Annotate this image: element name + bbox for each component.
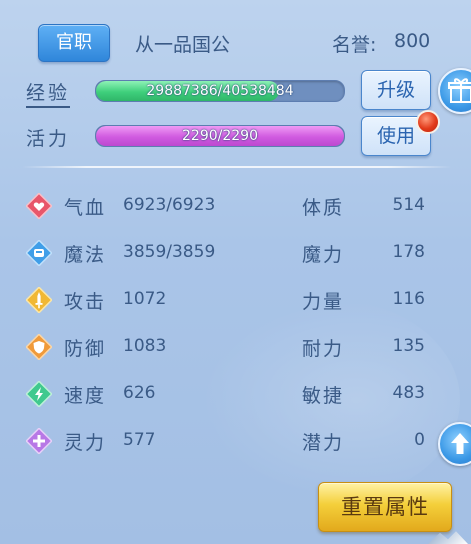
stat-value: 626 bbox=[123, 383, 156, 403]
stat-value: 3859/3859 bbox=[123, 242, 216, 262]
attribute-name: 力量 bbox=[302, 291, 345, 313]
vitality-text: 2290/2290 bbox=[182, 128, 258, 144]
official-title-button[interactable]: 官职 bbox=[38, 24, 110, 62]
fame-value: 800 bbox=[394, 30, 431, 52]
stat-row-speed: 速度 626 敏捷 483 bbox=[0, 378, 471, 410]
vitality-bar: 2290/2290 bbox=[95, 125, 345, 147]
stat-value: 1072 bbox=[123, 289, 167, 309]
experience-text: 29887386/40538484 bbox=[146, 83, 294, 99]
vitality-label: 活力 bbox=[26, 128, 71, 150]
reset-attributes-button[interactable]: 重置属性 bbox=[318, 482, 452, 532]
gift-icon bbox=[448, 78, 471, 103]
character-attribute-panel: 官职 从一品国公 名誉: 800 经验 29887386/40538484 升级… bbox=[0, 0, 471, 544]
attribute-value: 116 bbox=[392, 289, 425, 309]
stat-name: 魔法 bbox=[64, 244, 107, 266]
lightning-icon bbox=[26, 381, 52, 407]
experience-bar: 29887386/40538484 bbox=[95, 80, 345, 102]
stat-name: 速度 bbox=[64, 385, 107, 407]
stat-row-spirit: 灵力 577 潜力 0 bbox=[0, 425, 471, 457]
gift-button[interactable] bbox=[438, 68, 471, 114]
attribute-name: 敏捷 bbox=[302, 385, 345, 407]
sword-icon bbox=[26, 287, 52, 313]
shield-icon bbox=[26, 334, 52, 360]
heart-icon bbox=[26, 193, 52, 219]
attribute-value: 483 bbox=[392, 383, 425, 403]
stat-name: 灵力 bbox=[64, 432, 107, 454]
attribute-name: 耐力 bbox=[302, 338, 345, 360]
stat-value: 1083 bbox=[123, 336, 167, 356]
attribute-value: 135 bbox=[392, 336, 425, 356]
upgrade-button[interactable]: 升级 bbox=[361, 70, 431, 110]
stat-value: 577 bbox=[123, 430, 156, 450]
stat-row-defense: 防御 1083 耐力 135 bbox=[0, 331, 471, 363]
attribute-value: 0 bbox=[414, 430, 425, 450]
rank-title: 从一品国公 bbox=[135, 34, 231, 56]
experience-label[interactable]: 经验 bbox=[26, 78, 71, 108]
magic-icon bbox=[26, 240, 52, 266]
stat-name: 防御 bbox=[64, 338, 107, 360]
stat-row-mp: 魔法 3859/3859 魔力 178 bbox=[0, 237, 471, 269]
attribute-name: 体质 bbox=[302, 197, 345, 219]
add-points-button[interactable] bbox=[438, 422, 471, 466]
arrow-up-icon bbox=[451, 433, 469, 454]
stat-value: 6923/6923 bbox=[123, 195, 216, 215]
stat-row-attack: 攻击 1072 力量 116 bbox=[0, 284, 471, 316]
attribute-name: 魔力 bbox=[302, 244, 345, 266]
attribute-value: 178 bbox=[392, 242, 425, 262]
spirit-icon bbox=[26, 428, 52, 454]
section-divider bbox=[22, 166, 452, 168]
notification-dot bbox=[416, 110, 440, 134]
stat-name: 攻击 bbox=[64, 291, 107, 313]
attribute-value: 514 bbox=[392, 195, 425, 215]
fame-label: 名誉: bbox=[332, 34, 377, 56]
stat-name: 气血 bbox=[64, 197, 107, 219]
stat-row-hp: 气血 6923/6923 体质 514 bbox=[0, 190, 471, 222]
attribute-name: 潜力 bbox=[302, 432, 345, 454]
